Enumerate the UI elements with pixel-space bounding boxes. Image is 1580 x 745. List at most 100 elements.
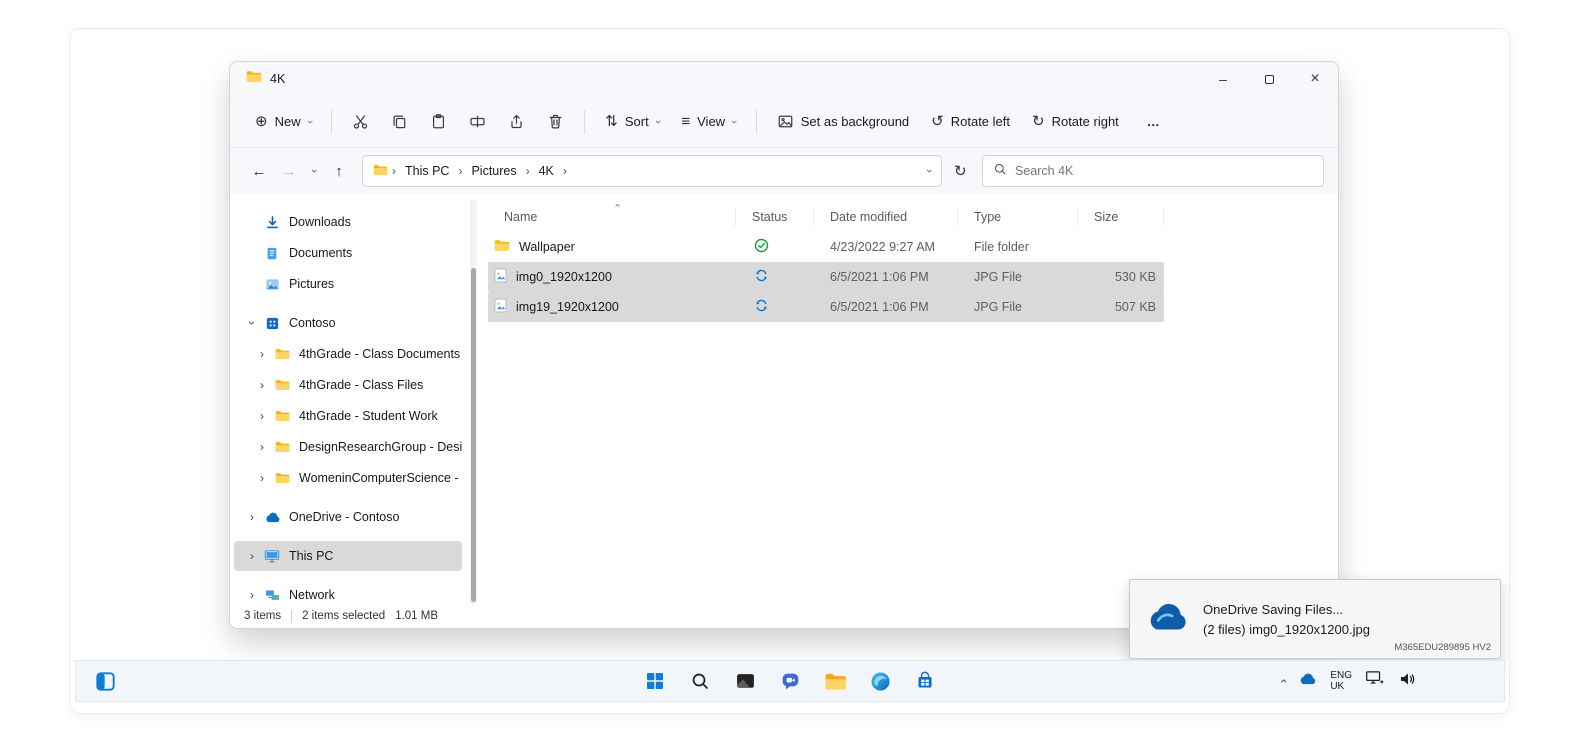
screen: 4K – × ⊕ New › ⇅ Sort › ≡ View › Set as … [70,28,1510,714]
sort-button[interactable]: ⇅ Sort › [596,108,668,135]
chevron-right-icon[interactable]: › [254,378,270,392]
toolbar-divider [331,109,333,134]
network-tray-icon[interactable] [1365,670,1385,692]
column-label: Date modified [830,210,908,224]
file-explorer-icon[interactable] [822,668,848,694]
address-dropdown-chevron-icon[interactable]: › [923,169,935,173]
chevron-right-icon[interactable]: › [254,471,270,485]
column-header-name[interactable]: Name › [488,204,736,226]
onedrive-icon [263,512,281,523]
language-line1: ENG [1330,670,1352,681]
search-box[interactable] [982,155,1324,187]
chevron-right-icon[interactable]: › [244,510,260,524]
chevron-right-icon[interactable]: › [244,588,260,602]
new-button[interactable]: ⊕ New › [246,108,320,135]
breadcrumb-separator-icon[interactable]: › [562,164,568,178]
search-input[interactable] [1015,164,1313,178]
ellipsis-icon: … [1146,114,1160,129]
up-button[interactable]: ↑ [324,163,354,180]
column-header-size[interactable]: Size [1078,208,1164,226]
rotate-right-button[interactable]: ↻ Rotate right [1023,108,1128,135]
more-options-button[interactable]: … [1138,108,1169,135]
task-view-icon[interactable] [732,668,758,694]
sort-arrows-icon: ⇅ [605,113,618,130]
cut-button[interactable] [343,107,378,136]
sidebar-scrollbar[interactable] [470,200,477,604]
view-button[interactable]: ≡ View › [672,108,744,135]
chevron-down-icon: › [727,119,740,124]
rename-button[interactable] [460,107,495,136]
volume-icon[interactable] [1398,670,1416,693]
file-list: Name › Status Date modified Type Size Wa… [468,194,1338,604]
sidebar-item-4thgrade-class-documents[interactable]: › 4thGrade - Class Documents [234,339,462,369]
microsoft-store-icon[interactable] [912,668,938,694]
file-row-wallpaper[interactable]: Wallpaper 4/23/2022 9:27 AM File folder [488,232,1164,262]
pictures-icon [263,277,281,292]
copy-button[interactable] [382,107,417,136]
window-controls: – × [1200,62,1338,96]
chevron-right-icon[interactable]: › [244,549,260,563]
file-row-img19[interactable]: img19_1920x1200 6/5/2021 1:06 PM JPG Fil… [488,292,1164,322]
folder-icon [373,164,388,179]
sidebar-item-4thgrade-student-work[interactable]: › 4thGrade - Student Work [234,401,462,431]
paste-button[interactable] [421,107,456,136]
forward-button[interactable]: → [274,163,304,180]
rotate-right-label: Rotate right [1051,114,1119,129]
file-name-cell: img19_1920x1200 [488,298,736,316]
desktop: 4K – × ⊕ New › ⇅ Sort › ≡ View › Set as … [0,0,1580,745]
refresh-button[interactable]: ↻ [954,162,967,180]
title-bar[interactable]: 4K – × [230,62,1338,96]
column-header-date-modified[interactable]: Date modified [814,208,958,226]
sidebar-item-designresearchgroup[interactable]: › DesignResearchGroup - Design Re [234,432,462,462]
breadcrumb-pictures[interactable]: Pictures [466,162,521,180]
edge-icon[interactable] [867,668,893,694]
breadcrumb-separator-icon[interactable]: › [525,164,531,178]
recent-locations-chevron-icon[interactable]: › [308,161,320,181]
chevron-down-icon[interactable]: › [245,315,259,331]
chevron-right-icon[interactable]: › [254,347,270,361]
file-row-img0[interactable]: img0_1920x1200 6/5/2021 1:06 PM JPG File… [488,262,1164,292]
sidebar-item-label: 4thGrade - Class Files [299,378,424,392]
start-button[interactable] [642,668,668,694]
column-header-type[interactable]: Type [958,208,1078,226]
chat-icon[interactable] [777,668,803,694]
chevron-right-icon[interactable]: › [254,409,270,423]
rotate-left-button[interactable]: ↺ Rotate left [922,108,1019,135]
breadcrumb-this-pc[interactable]: This PC [400,162,454,180]
sidebar-item-onedrive-contoso[interactable]: › OneDrive - Contoso [234,502,462,532]
sidebar-item-contoso[interactable]: › Contoso [234,308,462,338]
maximize-button[interactable] [1246,62,1292,96]
breadcrumb[interactable]: › This PC › Pictures › 4K › › [362,155,942,187]
back-button[interactable]: ← [244,163,274,180]
breadcrumb-4k[interactable]: 4K [534,162,559,180]
minimize-button[interactable]: – [1200,62,1246,96]
language-indicator[interactable]: ENG UK [1330,670,1352,692]
search-button[interactable] [687,668,713,694]
share-button[interactable] [499,107,534,136]
sidebar-item-this-pc[interactable]: › This PC [234,541,462,571]
chevron-right-icon[interactable]: › [254,440,270,454]
onedrive-tray-icon[interactable] [1298,672,1317,690]
widgets-icon[interactable] [92,668,118,694]
sidebar-item-pictures[interactable]: Pictures [234,269,462,299]
hidden-icons-chevron-icon[interactable]: › [1276,679,1290,683]
toast-text: OneDrive Saving Files... (2 files) img0_… [1203,602,1370,637]
folder-icon [246,70,262,88]
set-as-background-button[interactable]: Set as background [768,107,918,136]
scrollbar-thumb[interactable] [471,268,476,602]
breadcrumb-separator-icon[interactable]: › [457,164,463,178]
folder-icon [273,379,291,391]
sidebar-item-documents[interactable]: Documents [234,238,462,268]
rotate-left-icon: ↺ [931,113,944,130]
set-as-background-label: Set as background [800,114,910,129]
onedrive-toast[interactable]: OneDrive Saving Files... (2 files) img0_… [1129,579,1501,659]
sidebar-item-womenincomputerscience[interactable]: › WomeninComputerScience - Man [234,463,462,493]
sidebar-item-4thgrade-class-files[interactable]: › 4thGrade - Class Files [234,370,462,400]
close-button[interactable]: × [1292,62,1338,96]
sidebar-item-downloads[interactable]: Downloads [234,207,462,237]
column-header-status[interactable]: Status [736,208,814,226]
delete-button[interactable] [538,107,573,136]
sidebar-item-network[interactable]: › Network [234,580,462,604]
selection-size: 1.01 MB [395,610,439,622]
file-name: img0_1920x1200 [516,270,612,284]
